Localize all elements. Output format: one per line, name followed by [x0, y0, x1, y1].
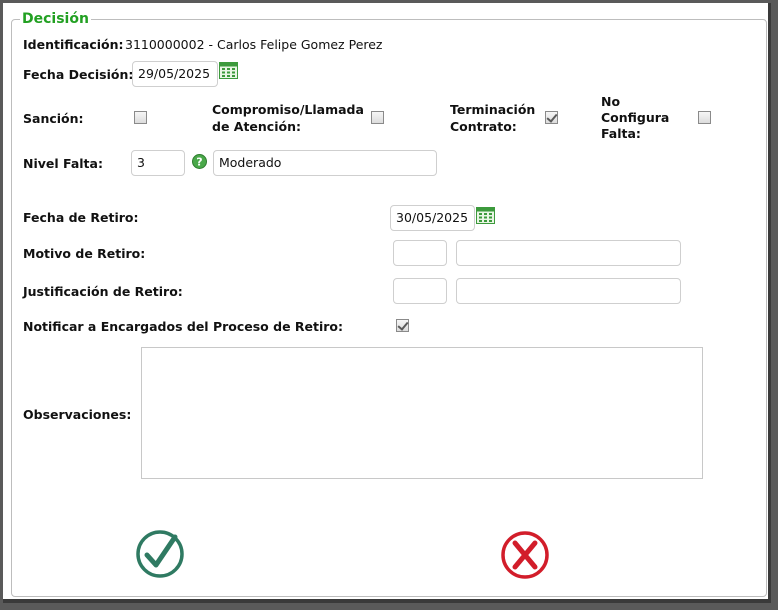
motivo-retiro-label: Motivo de Retiro: — [23, 246, 146, 261]
x-circle-icon[interactable] — [500, 530, 550, 580]
motivo-retiro-code-input[interactable] — [393, 240, 447, 266]
observaciones-textarea[interactable] — [141, 347, 703, 479]
terminacion-label-line2: Contrato: — [450, 119, 517, 134]
calendar-icon[interactable] — [476, 207, 495, 224]
observaciones-label: Observaciones: — [23, 407, 132, 422]
terminacion-checkbox[interactable] — [545, 111, 558, 124]
notificar-checkbox[interactable] — [396, 319, 409, 332]
notificar-label: Notificar a Encargados del Proceso de Re… — [23, 319, 344, 334]
identificacion-label: Identificación: — [23, 37, 124, 52]
check-circle-icon[interactable] — [135, 529, 185, 579]
svg-text:?: ? — [196, 156, 202, 169]
no-configura-label-line2: Configura — [601, 110, 670, 125]
fecha-decision-input[interactable]: 29/05/2025 — [132, 61, 218, 87]
calendar-icon[interactable] — [219, 62, 238, 79]
decision-panel: Decisión Identificación: 3110000002 - Ca… — [3, 3, 771, 603]
sancion-checkbox[interactable] — [134, 111, 147, 124]
nivel-falta-code-input[interactable]: 3 — [131, 150, 185, 176]
compromiso-label-line1: Compromiso/Llamada — [212, 102, 364, 117]
justificacion-retiro-label: Justificación de Retiro: — [23, 284, 183, 299]
terminacion-label-line1: Terminación — [450, 102, 536, 117]
compromiso-checkbox[interactable] — [371, 111, 384, 124]
help-icon[interactable]: ? — [192, 154, 207, 169]
no-configura-label-line1: No — [601, 94, 621, 109]
identificacion-value: 3110000002 - Carlos Felipe Gomez Perez — [125, 37, 383, 52]
justificacion-desc-input[interactable] — [456, 278, 681, 304]
fecha-decision-label: Fecha Decisión: — [23, 67, 134, 82]
justificacion-code-input[interactable] — [393, 278, 447, 304]
compromiso-label-line2: de Atención: — [212, 119, 301, 134]
decision-fieldset — [11, 19, 767, 597]
no-configura-checkbox[interactable] — [698, 111, 711, 124]
fieldset-legend: Decisión — [20, 11, 91, 27]
no-configura-label-line3: Falta: — [601, 126, 641, 141]
fecha-retiro-label: Fecha de Retiro: — [23, 210, 139, 225]
nivel-falta-desc-input[interactable]: Moderado — [213, 150, 437, 176]
sancion-label: Sanción: — [23, 111, 84, 126]
nivel-falta-label: Nivel Falta: — [23, 156, 103, 171]
fecha-retiro-input[interactable]: 30/05/2025 — [390, 205, 475, 231]
motivo-retiro-desc-input[interactable] — [456, 240, 681, 266]
